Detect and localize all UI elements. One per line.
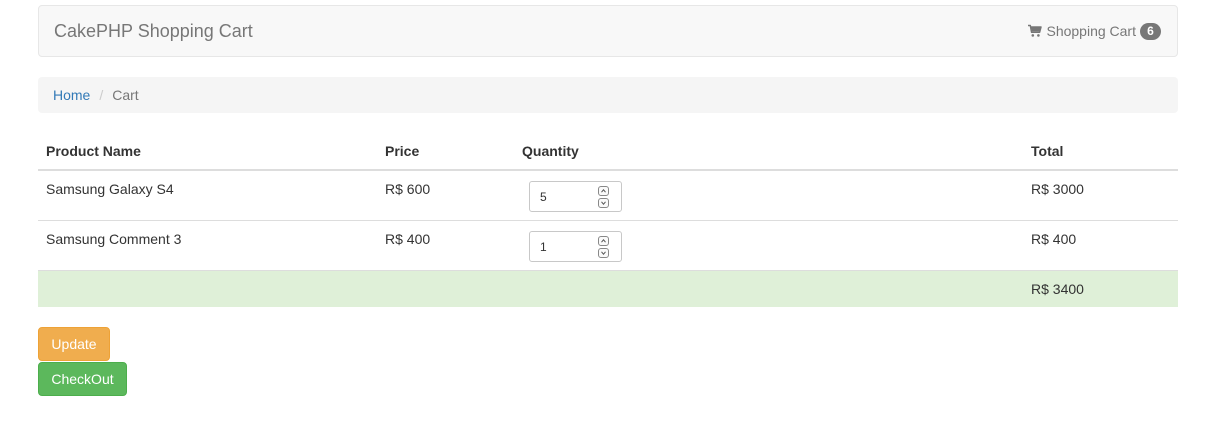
product-name-cell: Samsung Comment 3 — [38, 220, 377, 271]
decrement-arrow-icon[interactable] — [598, 198, 609, 208]
table-row: Samsung Comment 3 R$ 400 1 R$ 400 — [38, 220, 1178, 271]
total-cell: R$ 400 — [1023, 220, 1178, 271]
breadcrumb-home-link[interactable]: Home — [53, 87, 90, 103]
stepper-controls — [598, 186, 610, 210]
update-button[interactable]: Update — [38, 327, 110, 361]
shopping-cart-icon — [1028, 24, 1043, 37]
grand-total-cell: R$ 3400 — [1023, 270, 1178, 307]
increment-arrow-icon[interactable] — [598, 186, 609, 196]
quantity-cell: 1 — [514, 220, 1023, 271]
navbar: CakePHP Shopping Cart Shopping Cart 6 — [38, 5, 1178, 57]
table-row: Samsung Galaxy S4 R$ 600 5 R$ 3000 — [38, 169, 1178, 221]
total-cell: R$ 3000 — [1023, 169, 1178, 221]
breadcrumb: Home / Cart — [38, 77, 1178, 113]
header-quantity: Quantity — [514, 133, 1023, 171]
quantity-cell: 5 — [514, 169, 1023, 221]
page-container: CakePHP Shopping Cart Shopping Cart 6 Ho… — [38, 5, 1178, 396]
empty-cell — [38, 270, 377, 307]
shopping-cart-link[interactable]: Shopping Cart 6 — [1028, 22, 1161, 40]
checkout-button[interactable]: CheckOut — [38, 362, 127, 396]
quantity-stepper[interactable]: 1 — [529, 231, 622, 262]
price-cell: R$ 600 — [377, 169, 514, 221]
empty-cell — [514, 270, 1023, 307]
empty-cell — [377, 270, 514, 307]
quantity-value: 5 — [540, 190, 547, 204]
quantity-value: 1 — [540, 240, 547, 254]
shopping-cart-label: Shopping Cart — [1046, 23, 1136, 39]
cart-table: Product Name Price Quantity Total Samsun… — [38, 133, 1178, 307]
header-price: Price — [377, 133, 514, 171]
quantity-stepper[interactable]: 5 — [529, 181, 622, 212]
product-name-cell: Samsung Galaxy S4 — [38, 169, 377, 221]
increment-arrow-icon[interactable] — [598, 236, 609, 246]
grand-total-row: R$ 3400 — [38, 270, 1178, 307]
stepper-controls — [598, 236, 610, 260]
breadcrumb-separator: / — [99, 87, 104, 103]
header-total: Total — [1023, 133, 1178, 171]
brand-title[interactable]: CakePHP Shopping Cart — [54, 21, 253, 41]
table-header-row: Product Name Price Quantity Total — [38, 133, 1178, 171]
decrement-arrow-icon[interactable] — [598, 248, 609, 258]
header-product-name: Product Name — [38, 133, 377, 171]
cart-count-badge: 6 — [1140, 22, 1161, 40]
breadcrumb-current: Cart — [112, 87, 139, 103]
price-cell: R$ 400 — [377, 220, 514, 271]
